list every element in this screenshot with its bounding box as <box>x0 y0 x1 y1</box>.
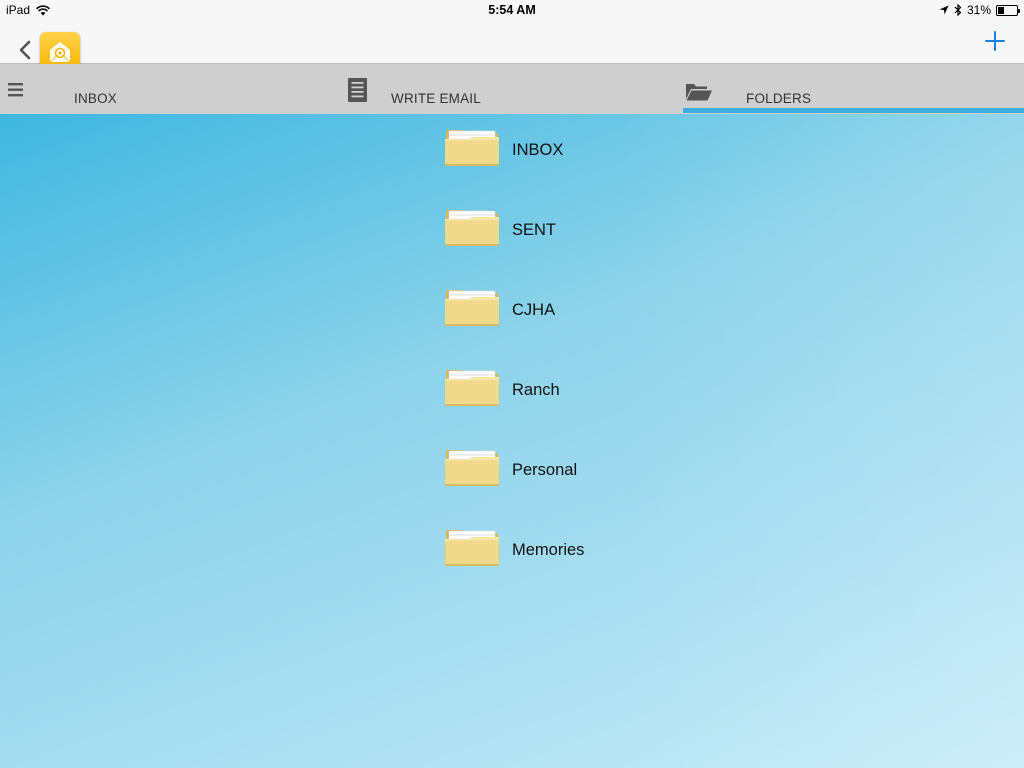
add-button[interactable] <box>984 30 1006 52</box>
folder-icon <box>445 290 499 326</box>
tab-bar: INBOX WRITE EMAIL FOLDERS <box>0 64 1024 114</box>
folder-label: SENT <box>512 221 557 239</box>
folder-label: Ranch <box>512 381 560 399</box>
open-folder-icon <box>686 84 712 101</box>
folder-item-inbox[interactable]: INBOX <box>444 128 744 208</box>
envelope-icon <box>49 42 71 63</box>
folder-list: INBOX SENT CJHA Ranch Personal Memories <box>444 128 744 608</box>
folder-icon <box>445 130 499 166</box>
bluetooth-icon <box>954 4 962 16</box>
folder-icon <box>445 210 499 246</box>
status-right: 31% <box>939 3 1020 17</box>
folder-icon <box>445 370 499 406</box>
tab-write-email-label: WRITE EMAIL <box>391 91 481 106</box>
tab-inbox-label: INBOX <box>74 91 118 106</box>
hamburger-menu-icon <box>8 83 23 97</box>
tab-folders[interactable]: FOLDERS <box>683 64 1024 114</box>
folder-icon <box>445 450 499 486</box>
clock: 5:54 AM <box>488 3 536 17</box>
tab-inbox[interactable]: INBOX <box>0 64 341 114</box>
folder-item-ranch[interactable]: Ranch <box>444 368 744 448</box>
navigation-bar <box>0 22 1024 72</box>
document-icon <box>348 78 367 102</box>
tab-write-email[interactable]: WRITE EMAIL <box>341 64 683 114</box>
battery-icon <box>996 4 1020 16</box>
location-arrow-icon <box>939 5 949 15</box>
folder-label: Memories <box>512 541 585 559</box>
folder-label: INBOX <box>512 141 564 159</box>
folders-view: INBOX SENT CJHA Ranch Personal Memories <box>0 114 1024 768</box>
selected-tab-indicator <box>683 108 1024 113</box>
folder-item-sent[interactable]: SENT <box>444 208 744 288</box>
app-window: iPad 5:54 AM 31% INBOX WRITE EMAIL FOLDE… <box>0 0 1024 768</box>
tab-folders-label: FOLDERS <box>746 91 812 106</box>
folder-label: Personal <box>512 461 578 479</box>
folder-item-memories[interactable]: Memories <box>444 528 744 608</box>
battery-percent: 31% <box>966 3 991 17</box>
folder-label: CJHA <box>512 301 556 319</box>
status-bar: iPad 5:54 AM 31% <box>0 0 1024 22</box>
back-button[interactable] <box>16 39 34 61</box>
folder-item-personal[interactable]: Personal <box>444 448 744 528</box>
folder-icon <box>445 530 499 566</box>
folder-item-cjha[interactable]: CJHA <box>444 288 744 368</box>
